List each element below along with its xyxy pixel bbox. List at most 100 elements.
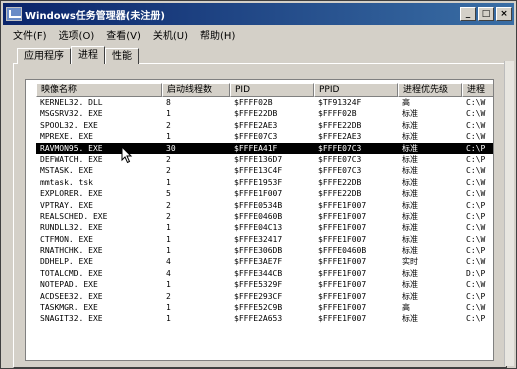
cell-process-path: C:\P: [466, 200, 486, 210]
cell-pid: $FFFE52C9B: [234, 303, 283, 313]
process-rows: KERNEL32. DLL 8 $FFFF02B $TF91324F 高 C:\W MSGS…: [36, 97, 493, 325]
cell-process-path: C:\W: [466, 109, 486, 119]
cell-threads: 1: [166, 246, 171, 256]
cell-image-name: SNAGIT32. EXE: [40, 314, 103, 324]
cell-pid: $FFFE136D7: [234, 154, 283, 164]
menu-help[interactable]: 帮助(H): [194, 29, 241, 45]
cell-priority: 标准: [402, 132, 418, 142]
table-row[interactable]: ACDSEE32. EXE 2 $FFFE293CF $FFFE1F007 标准 C:\P: [36, 291, 493, 302]
column-header-image-name[interactable]: 映像名称: [36, 83, 162, 97]
cell-pid: $FFFE0534B: [234, 200, 283, 210]
cell-priority: 标准: [402, 223, 418, 233]
cell-image-name: RNATHCHK. EXE: [40, 246, 103, 256]
table-row[interactable]: SPOOL32. EXE 2 $FFFE2AE3 $FFFE22DB 标准 C:\W: [36, 120, 493, 131]
cell-ppid: $FFFE1F007: [318, 280, 367, 290]
cell-ppid: $FFFE1F007: [318, 291, 367, 301]
table-row[interactable]: CTFMON. EXE 1 $FFFE32417 $FFFE1F007 标准 C:\W: [36, 234, 493, 245]
table-row[interactable]: mmtask. tsk 1 $FFFE1953F $FFFE22DB 标准 C:\W: [36, 177, 493, 188]
table-row[interactable]: REALSCHED. EXE 2 $FFFE0460B $FFFE1F007 标准 C:\…: [36, 211, 493, 222]
vertical-scrollbar[interactable]: [504, 61, 514, 366]
cell-ppid: $FFFE07C3: [318, 166, 362, 176]
cell-priority: 标准: [402, 154, 418, 164]
cell-ppid: $FFFE1F007: [318, 314, 367, 324]
table-row[interactable]: DEFWATCH. EXE 2 $FFFE136D7 $FFFE07C3 标准 C:\P: [36, 154, 493, 165]
cell-pid: $FFFE32417: [234, 234, 283, 244]
table-row[interactable]: VPTRAY. EXE 2 $FFFE0534B $FFFE1F007 标准 C:\P: [36, 200, 493, 211]
cell-priority: 标准: [402, 280, 418, 290]
menu-view[interactable]: 查看(V): [100, 29, 147, 45]
cell-ppid: $FFFE07C3: [318, 154, 362, 164]
cell-image-name: KERNEL32. DLL: [40, 98, 103, 107]
cell-image-name: TASKMGR. EXE: [40, 303, 98, 313]
tab-applications[interactable]: 应用程序: [17, 48, 71, 64]
cell-pid: $FFFE306DB: [234, 246, 283, 256]
window-title: Windows任务管理器(未注册): [25, 10, 165, 22]
cell-pid: $FFFE3AE7F: [234, 257, 283, 267]
menu-options[interactable]: 选项(O): [53, 29, 101, 45]
cell-priority: 标准: [402, 291, 418, 301]
cell-pid: $FFFE2A653: [234, 314, 283, 324]
cell-ppid: $FFFE22DB: [318, 120, 362, 130]
cell-process-path: D:\P: [466, 268, 486, 278]
table-row[interactable]: SNAGIT32. EXE 1 $FFFE2A653 $FFFE1F007 标准 C:\P: [36, 313, 493, 324]
cell-priority: 标准: [402, 246, 418, 256]
cell-process-path: C:\W: [466, 189, 486, 199]
cell-pid: $FFFE344CB: [234, 268, 283, 278]
cell-pid: $FFFE0460B: [234, 211, 283, 221]
minimize-button[interactable]: _: [460, 7, 476, 21]
table-row[interactable]: RAVMON95. EXE 30 $FFFEA41F $FFFE07C3 标准 C:\P: [36, 142, 493, 154]
tab-performance[interactable]: 性能: [105, 48, 139, 64]
table-row[interactable]: DDHELP. EXE 4 $FFFE3AE7F $FFFE1F007 实时 C:\W: [36, 256, 493, 267]
cell-priority: 标准: [402, 211, 418, 221]
cell-priority: 标准: [402, 143, 418, 153]
table-row[interactable]: NOTEPAD. EXE 1 $FFFE5329F $FFFE1F007 标准 C:\W: [36, 279, 493, 290]
cell-process-path: C:\P: [466, 246, 486, 256]
table-row[interactable]: MPREXE. EXE 1 $FFFE07C3 $FFFE2AE3 标准 C:\W: [36, 131, 493, 142]
cell-ppid: $FFFE1F007: [318, 211, 367, 221]
cell-image-name: TOTALCMD. EXE: [40, 268, 103, 278]
cell-threads: 30: [166, 143, 176, 153]
cell-priority: 高: [402, 303, 410, 313]
cell-priority: 实时: [402, 257, 418, 267]
cell-ppid: $FFFE1F007: [318, 257, 367, 267]
table-row[interactable]: TOTALCMD. EXE 4 $FFFE344CB $FFFE1F007 标准 D:\P: [36, 268, 493, 279]
table-row[interactable]: MSTASK. EXE 2 $FFFE13C4F $FFFE07C3 标准 C:\W: [36, 165, 493, 176]
cell-threads: 1: [166, 109, 171, 119]
cell-threads: 1: [166, 177, 171, 187]
cell-image-name: DDHELP. EXE: [40, 257, 93, 267]
maximize-button[interactable]: □: [478, 7, 494, 21]
column-header-ppid[interactable]: PPID: [314, 83, 398, 97]
table-row[interactable]: EXPLORER. EXE 5 $FFFE1F007 $FFFE22DB 标准 C:\W: [36, 188, 493, 199]
column-header-pid[interactable]: PID: [230, 83, 314, 97]
cell-pid: $FFFEA41F: [234, 143, 278, 153]
table-row[interactable]: TASKMGR. EXE 1 $FFFE52C9B $FFFE1F007 高 C:\W: [36, 302, 493, 313]
column-header-process-path[interactable]: 进程: [462, 83, 493, 97]
column-header-threads[interactable]: 启动线程数: [162, 83, 230, 97]
close-button[interactable]: ×: [496, 7, 512, 21]
cell-process-path: C:\W: [466, 166, 486, 176]
cell-process-path: C:\P: [466, 291, 486, 301]
task-manager-window: Windows任务管理器(未注册) _ □ × 文件(F) 选项(O) 查看(V…: [0, 0, 517, 369]
column-header-priority[interactable]: 进程优先级: [398, 83, 462, 97]
menu-shutdown[interactable]: 关机(U): [147, 29, 194, 45]
cell-ppid: $FFFE1F007: [318, 268, 367, 278]
cell-threads: 5: [166, 189, 171, 199]
cell-process-path: C:\W: [466, 257, 486, 267]
menu-file[interactable]: 文件(F): [7, 29, 53, 45]
tab-processes[interactable]: 进程: [71, 46, 105, 64]
table-row[interactable]: RUNDLL32. EXE 1 $FFFE04C13 $FFFE1F007 标准 C:\W: [36, 222, 493, 233]
table-row[interactable]: MSGSRV32. EXE 1 $FFFE22DB $FFFF02B 标准 C:\W: [36, 108, 493, 119]
cell-process-path: C:\W: [466, 280, 486, 290]
process-list[interactable]: 映像名称 启动线程数 PID PPID 进程优先级 进程 KERNEL32. D…: [25, 79, 494, 361]
cell-pid: $FFFF02B: [234, 98, 273, 107]
cell-process-path: C:\P: [466, 211, 486, 221]
title-bar[interactable]: Windows任务管理器(未注册) _ □ ×: [3, 3, 514, 25]
cell-pid: $FFFE22DB: [234, 109, 278, 119]
cell-pid: $FFFE2AE3: [234, 120, 278, 130]
cell-threads: 1: [166, 303, 171, 313]
table-row[interactable]: RNATHCHK. EXE 1 $FFFE306DB $FFFE0460B 标准 C:\P: [36, 245, 493, 256]
cell-ppid: $FFFE1F007: [318, 200, 367, 210]
cell-priority: 标准: [402, 189, 418, 199]
cell-image-name: ACDSEE32. EXE: [40, 291, 103, 301]
table-row[interactable]: KERNEL32. DLL 8 $FFFF02B $TF91324F 高 C:\W: [36, 97, 493, 108]
